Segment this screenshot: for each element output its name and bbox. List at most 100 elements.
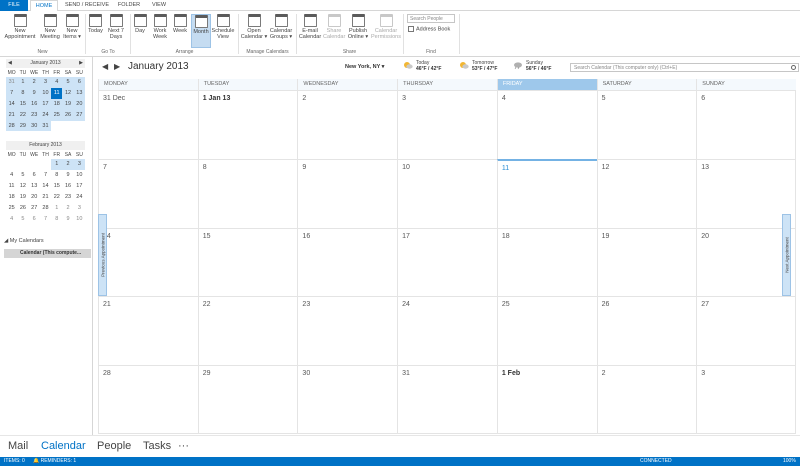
calendar-day-cell[interactable]: 27 <box>696 296 796 366</box>
nav-mail[interactable]: Mail <box>8 440 28 452</box>
calendar-day-cell[interactable]: 31 Dec <box>98 90 198 159</box>
calendar-day-cell[interactable]: 22 <box>197 296 298 366</box>
mini-calendar-day[interactable]: 7 <box>40 170 51 181</box>
calendar-list-item[interactable]: Calendar (This compute... <box>4 249 91 258</box>
calendar-day-cell[interactable]: 5 <box>596 90 697 159</box>
mini-calendar-day[interactable]: 8 <box>51 213 62 224</box>
mini-calendar-day[interactable]: 5 <box>62 77 74 88</box>
mini-calendar-day[interactable]: 3 <box>74 203 85 214</box>
mini-calendar-day[interactable] <box>17 159 28 170</box>
nav-more-button[interactable]: ··· <box>178 440 189 452</box>
calendar-day-cell[interactable]: 10 <box>397 158 497 228</box>
mini-calendar-day[interactable]: 4 <box>51 77 63 88</box>
previous-month-arrow[interactable]: ◀ <box>8 59 12 68</box>
calendar-day-cell[interactable]: 1 Jan 13 <box>197 90 298 159</box>
mini-calendar-day[interactable] <box>62 121 73 132</box>
mini-calendar-day[interactable]: 10 <box>74 170 85 181</box>
mini-calendar-day[interactable]: 5 <box>17 213 28 224</box>
nav-people[interactable]: People <box>97 440 131 452</box>
calendar-day-cell[interactable]: 3 <box>397 90 497 159</box>
mini-calendar-day[interactable]: 12 <box>62 87 74 99</box>
mini-calendar-day[interactable]: 3 <box>73 159 85 170</box>
calendar-day-cell[interactable]: 24 <box>397 296 497 366</box>
mini-calendar-day[interactable]: 1 <box>51 203 62 214</box>
mini-calendar-day[interactable]: 15 <box>51 181 62 192</box>
mini-calendar-day[interactable]: 8 <box>51 170 62 181</box>
mini-calendar-day[interactable]: 11 <box>6 181 17 192</box>
mini-calendar-day[interactable]: 18 <box>6 192 17 203</box>
calendar-day-cell[interactable]: 31 <box>397 365 497 434</box>
mini-calendar-day[interactable]: 19 <box>62 98 74 110</box>
mini-calendar-day[interactable]: 16 <box>62 181 73 192</box>
mini-calendar-day[interactable]: 6 <box>73 77 85 88</box>
mini-calendar-day[interactable]: 4 <box>6 213 17 224</box>
mini-calendar-day[interactable]: 14 <box>6 98 18 110</box>
mini-calendar-day[interactable]: 3 <box>39 77 52 88</box>
mini-calendar-day[interactable]: 26 <box>62 109 74 121</box>
search-calendar-input[interactable]: Search Calendar (This computer only) (Ct… <box>570 63 799 72</box>
calendar-day-cell[interactable]: 8 <box>197 158 298 228</box>
share-calendar-button[interactable]: Share Calendar <box>323 14 345 40</box>
address-book-button[interactable]: Address Book <box>408 26 450 32</box>
mini-calendar-day[interactable]: 17 <box>39 98 52 110</box>
mini-calendar-day[interactable]: 30 <box>28 120 40 132</box>
mini-calendar-day[interactable]: 13 <box>73 87 85 99</box>
nav-tasks[interactable]: Tasks <box>143 440 171 452</box>
next-month-button[interactable]: ▶ <box>114 62 120 71</box>
mini-calendar-day[interactable]: 27 <box>73 109 85 121</box>
mini-calendar-day[interactable]: 18 <box>51 98 63 110</box>
calendar-day-cell[interactable]: 28 <box>98 365 198 434</box>
calendar-permissions-button[interactable]: Calendar Permissions <box>371 14 401 40</box>
calendar-day-cell[interactable]: 26 <box>596 296 697 366</box>
mini-calendar-day[interactable]: 23 <box>28 109 40 121</box>
mini-calendar-day[interactable]: 10 <box>74 213 85 224</box>
mini-calendar-day[interactable] <box>40 159 51 170</box>
zoom-level[interactable]: 100% <box>783 457 796 466</box>
mini-calendar-day[interactable]: 21 <box>40 192 51 203</box>
next-month-arrow[interactable]: ▶ <box>79 59 83 68</box>
calendar-day-cell[interactable]: 2 <box>596 365 697 434</box>
mini-calendar-day[interactable]: 23 <box>62 192 73 203</box>
calendar-day-cell[interactable]: 4 <box>496 90 597 159</box>
calendar-day-cell[interactable]: 9 <box>297 158 398 228</box>
mini-calendar-day[interactable]: 6 <box>29 213 40 224</box>
search-people-input[interactable]: Search People <box>407 14 455 23</box>
calendar-day-cell[interactable]: 11 <box>496 158 597 228</box>
calendar-day-cell[interactable]: 19 <box>596 227 697 297</box>
calendar-day-cell[interactable]: 17 <box>397 227 497 297</box>
calendar-day-cell[interactable]: 15 <box>197 227 298 297</box>
month-view-button[interactable]: Month <box>191 14 211 48</box>
mini-calendar-day[interactable]: 10 <box>39 87 52 99</box>
previous-month-button[interactable]: ◀ <box>102 62 108 71</box>
mini-calendar-day[interactable]: 9 <box>62 213 73 224</box>
mini-calendar-day[interactable]: 9 <box>62 170 73 181</box>
mini-calendar-day[interactable]: 22 <box>17 109 29 121</box>
status-reminders[interactable]: 🔔 REMINDERS: 1 <box>33 457 76 466</box>
calendar-day-cell[interactable]: 12 <box>596 158 697 228</box>
mini-calendar-day[interactable]: 17 <box>74 181 85 192</box>
calendar-day-cell[interactable]: 25 <box>496 296 597 366</box>
today-button[interactable]: Today <box>87 14 104 34</box>
previous-appointment-tab[interactable]: Previous Appointment <box>98 214 107 296</box>
calendar-day-cell[interactable]: 18 <box>496 227 597 297</box>
mini-calendar-day[interactable]: 26 <box>17 203 28 214</box>
mini-calendar-day[interactable]: 6 <box>29 170 40 181</box>
calendar-day-cell[interactable]: 30 <box>297 365 398 434</box>
my-calendars-header[interactable]: ◢ My Calendars <box>4 238 44 244</box>
next-7-days-button[interactable]: Next 7 Days <box>106 14 126 40</box>
mini-calendar-day[interactable]: 16 <box>28 98 40 110</box>
mini-calendar-day[interactable]: 20 <box>73 98 85 110</box>
nav-calendar[interactable]: Calendar <box>41 440 86 452</box>
tab-file[interactable]: FILE <box>0 0 28 11</box>
calendar-day-cell[interactable]: 14 <box>98 227 198 297</box>
calendar-groups-button[interactable]: Calendar Groups ▾ <box>268 14 294 40</box>
calendar-day-cell[interactable]: 23 <box>297 296 398 366</box>
publish-online-button[interactable]: Publish Online ▾ <box>346 14 370 40</box>
mini-calendar-day[interactable]: 28 <box>6 120 18 132</box>
mini-calendar-day[interactable]: 2 <box>28 77 40 88</box>
mini-calendar-day[interactable]: 29 <box>17 120 29 132</box>
mini-calendar-day[interactable]: 9 <box>28 87 40 99</box>
tab-folder[interactable]: FOLDER <box>114 0 144 11</box>
calendar-day-cell[interactable]: 29 <box>197 365 298 434</box>
mini-calendar-day[interactable]: 21 <box>6 109 18 121</box>
